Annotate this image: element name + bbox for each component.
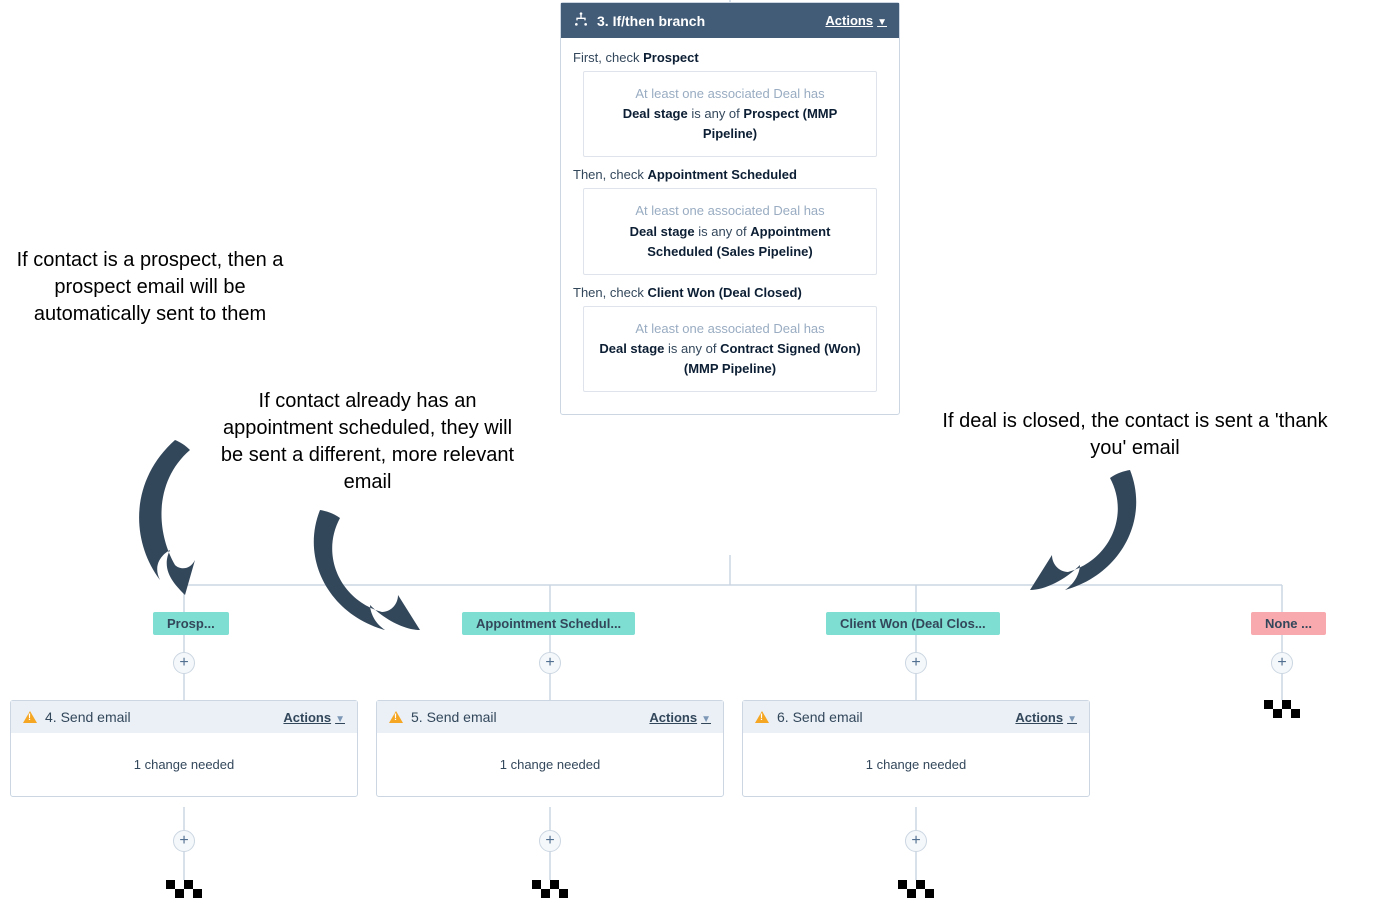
condition-box[interactable]: At least one associated Deal has Deal st… — [583, 306, 877, 392]
branch-pill-client-won[interactable]: Client Won (Deal Clos... — [826, 612, 1000, 635]
annotation-appointment: If contact already has an appointment sc… — [210, 388, 525, 496]
add-action-button[interactable]: + — [905, 652, 927, 674]
warning-icon — [389, 711, 403, 723]
action-card-body: 1 change needed — [11, 733, 357, 796]
branch-card-title: 3. If/then branch — [597, 13, 705, 29]
action-card-send-email-6[interactable]: 6. Send email Actions▼ 1 change needed — [742, 700, 1090, 797]
annotation-closed: If deal is closed, the contact is sent a… — [925, 408, 1345, 462]
add-action-button[interactable]: + — [539, 652, 561, 674]
action-card-header: 5. Send email Actions▼ — [377, 701, 723, 733]
action-card-header: 6. Send email Actions▼ — [743, 701, 1089, 733]
action-card-body: 1 change needed — [377, 733, 723, 796]
action-card-body: 1 change needed — [743, 733, 1089, 796]
add-action-button[interactable]: + — [905, 830, 927, 852]
branch-pill-prospect[interactable]: Prosp... — [153, 612, 229, 635]
action-card-title: 6. Send email — [777, 709, 863, 725]
annotation-arrow-icon — [1020, 470, 1150, 610]
warning-icon — [23, 711, 37, 723]
annotation-prospect: If contact is a prospect, then a prospec… — [15, 247, 285, 328]
branch-check-prospect: First, check Prospect At least one assoc… — [573, 50, 887, 157]
end-marker-icon — [1264, 700, 1300, 718]
end-marker-icon — [532, 880, 568, 898]
add-action-button[interactable]: + — [539, 830, 561, 852]
if-then-branch-card[interactable]: 3. If/then branch Actions▼ First, check … — [560, 2, 900, 415]
action-card-actions-dropdown[interactable]: Actions▼ — [649, 710, 711, 725]
action-card-header: 4. Send email Actions▼ — [11, 701, 357, 733]
condition-box[interactable]: At least one associated Deal has Deal st… — [583, 71, 877, 157]
branch-pill-none[interactable]: None ... — [1251, 612, 1326, 635]
branch-icon — [573, 11, 589, 30]
branch-card-body: First, check Prospect At least one assoc… — [561, 38, 899, 414]
annotation-arrow-icon — [300, 510, 430, 650]
add-action-button[interactable]: + — [1271, 652, 1293, 674]
add-action-button[interactable]: + — [173, 830, 195, 852]
branch-check-appointment: Then, check Appointment Scheduled At lea… — [573, 167, 887, 274]
condition-box[interactable]: At least one associated Deal has Deal st… — [583, 188, 877, 274]
action-card-actions-dropdown[interactable]: Actions▼ — [1015, 710, 1077, 725]
branch-check-client-won: Then, check Client Won (Deal Closed) At … — [573, 285, 887, 392]
action-card-title: 4. Send email — [45, 709, 131, 725]
action-card-actions-dropdown[interactable]: Actions▼ — [283, 710, 345, 725]
end-marker-icon — [898, 880, 934, 898]
branch-card-header: 3. If/then branch Actions▼ — [561, 3, 899, 38]
annotation-arrow-icon — [120, 440, 230, 610]
warning-icon — [755, 711, 769, 723]
add-action-button[interactable]: + — [173, 652, 195, 674]
branch-actions-dropdown[interactable]: Actions▼ — [825, 13, 887, 28]
end-marker-icon — [166, 880, 202, 898]
action-card-title: 5. Send email — [411, 709, 497, 725]
branch-pill-appointment[interactable]: Appointment Schedul... — [462, 612, 635, 635]
action-card-send-email-4[interactable]: 4. Send email Actions▼ 1 change needed — [10, 700, 358, 797]
action-card-send-email-5[interactable]: 5. Send email Actions▼ 1 change needed — [376, 700, 724, 797]
